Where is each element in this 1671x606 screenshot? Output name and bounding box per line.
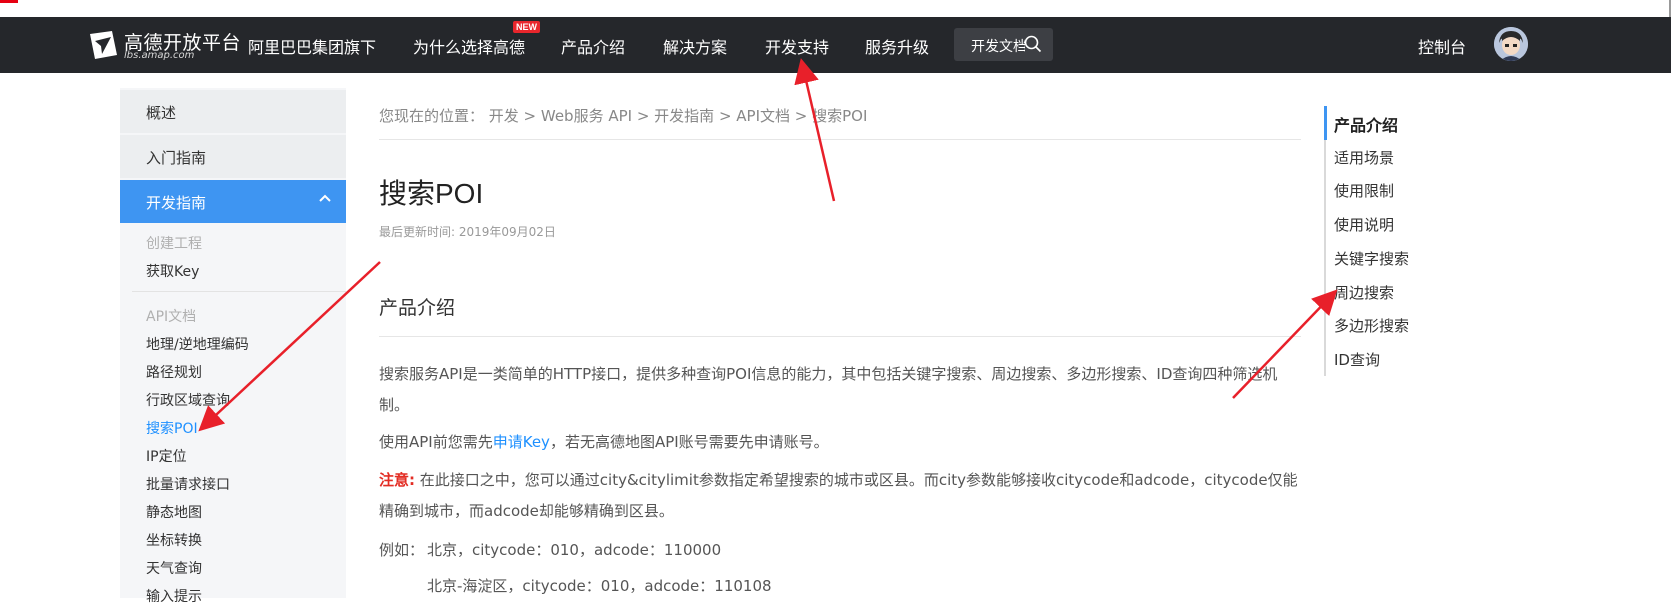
left-sidebar: 概述 入门指南 开发指南 创建工程 获取Key API文档 地理/逆地理编码 路… xyxy=(120,88,346,605)
search-box[interactable]: 开发文档 xyxy=(954,28,1053,61)
toc-active-indicator xyxy=(1324,106,1327,140)
new-badge: NEW xyxy=(513,21,540,33)
toc-item-polygon-search[interactable]: 多边形搜索 xyxy=(1334,315,1409,336)
toc-item-keyword-search[interactable]: 关键字搜索 xyxy=(1334,248,1409,269)
arrow-to-dev-support xyxy=(794,58,836,202)
page-title: 搜索POI xyxy=(379,178,484,209)
nav-products[interactable]: 产品介绍 xyxy=(561,34,625,58)
key-text-after: ，若无高德地图API账号需要先申请账号。 xyxy=(549,433,829,451)
breadcrumb-divider xyxy=(379,139,1301,140)
note-paragraph: 注意: 在此接口之中，您可以通过city&citylimit参数指定希望搜索的城… xyxy=(379,465,1301,527)
amap-logo-icon xyxy=(90,31,117,59)
sidebar-link-coord-convert[interactable]: 坐标转换 xyxy=(146,530,202,550)
toc-item-intro[interactable]: 产品介绍 xyxy=(1334,112,1398,136)
sidebar-link-batch-request[interactable]: 批量请求接口 xyxy=(146,474,230,494)
last-updated: 最后更新时间: 2019年09月02日 xyxy=(379,225,556,239)
nav-why-amap[interactable]: 为什么选择高德 xyxy=(413,34,525,58)
apply-key-link[interactable]: 申请Key xyxy=(493,433,550,451)
toc-item-id-query[interactable]: ID查询 xyxy=(1334,349,1380,370)
sidebar-link-geocoding[interactable]: 地理/逆地理编码 xyxy=(146,334,249,354)
sidebar-item-label: 开发指南 xyxy=(146,194,207,212)
sidebar-link-input-tips[interactable]: 输入提示 xyxy=(146,586,202,606)
user-avatar[interactable] xyxy=(1494,27,1528,61)
search-icon[interactable] xyxy=(1024,35,1042,53)
sidebar-item-dev-guide[interactable]: 开发指南 xyxy=(120,180,346,223)
sidebar-link-route-planning[interactable]: 路径规划 xyxy=(146,362,202,382)
sidebar-item-label: 入门指南 xyxy=(146,149,207,167)
example-label: 例如： xyxy=(379,541,425,559)
example-line-1: 北京，citycode：010，adcode：110000 xyxy=(427,541,722,559)
toc-item-nearby-search[interactable]: 周边搜索 xyxy=(1334,282,1394,303)
nav-service-upgrade[interactable]: 服务升级 xyxy=(865,34,929,58)
breadcrumb[interactable]: 您现在的位置： 开发 > Web服务 API > 开发指南 > API文档 > … xyxy=(379,105,867,126)
sidebar-link-search-poi[interactable]: 搜索POI xyxy=(146,418,198,438)
sidebar-item-label: 概述 xyxy=(146,104,177,122)
example-line-2: 北京-海淀区，citycode：010，adcode：110108 xyxy=(427,577,772,595)
avatar-face-icon xyxy=(1494,27,1528,61)
section-divider xyxy=(379,336,1301,337)
chevron-up-icon[interactable] xyxy=(318,192,332,206)
sidebar-link-get-key[interactable]: 获取Key xyxy=(146,261,199,281)
sidebar-link-district-query[interactable]: 行政区域查询 xyxy=(146,390,230,410)
sidebar-link-weather[interactable]: 天气查询 xyxy=(146,558,202,578)
section-title: 产品介绍 xyxy=(379,297,456,319)
top-red-mark xyxy=(0,0,18,3)
sidebar-divider xyxy=(132,291,346,292)
search-input[interactable]: 开发文档 xyxy=(971,36,1025,56)
sidebar-group-create-project: 创建工程 xyxy=(146,236,202,252)
sidebar-link-static-map[interactable]: 静态地图 xyxy=(146,502,202,522)
note-label: 注意: xyxy=(379,471,415,489)
sidebar-item-getting-started[interactable]: 入门指南 xyxy=(120,135,346,178)
sidebar-item-overview[interactable]: 概述 xyxy=(120,90,346,133)
sidebar-group-api-docs: API文档 xyxy=(146,309,197,325)
toc-item-usage[interactable]: 使用说明 xyxy=(1334,214,1394,235)
nav-dev-support[interactable]: 开发支持 xyxy=(765,34,829,58)
intro-paragraph: 搜索服务API是一类简单的HTTP接口，提供多种查询POI信息的能力，其中包括关… xyxy=(379,365,1278,414)
toc-item-scenarios[interactable]: 适用场景 xyxy=(1334,147,1394,168)
top-navbar: 高德开放平台 lbs.amap.com 阿里巴巴集团旗下 为什么选择高德 NEW… xyxy=(0,17,1671,73)
console-link[interactable]: 控制台 xyxy=(1418,34,1466,58)
nav-solutions[interactable]: 解决方案 xyxy=(663,34,727,58)
site-logo[interactable]: 高德开放平台 lbs.amap.com xyxy=(86,27,241,63)
note-text: 在此接口之中，您可以通过city&citylimit参数指定希望搜索的城市或区县… xyxy=(379,471,1298,520)
key-paragraph: 使用API前您需先申请Key，若无高德地图API账号需要先申请账号。 xyxy=(379,427,1301,458)
toc-track xyxy=(1324,106,1326,376)
logo-subtitle: lbs.amap.com xyxy=(124,50,195,61)
browser-top-strip xyxy=(0,0,1671,18)
sidebar-link-ip-location[interactable]: IP定位 xyxy=(146,446,187,466)
nav-alibaba[interactable]: 阿里巴巴集团旗下 xyxy=(248,34,376,58)
key-text-before: 使用API前您需先 xyxy=(379,433,493,451)
toc-item-limits[interactable]: 使用限制 xyxy=(1334,180,1394,201)
